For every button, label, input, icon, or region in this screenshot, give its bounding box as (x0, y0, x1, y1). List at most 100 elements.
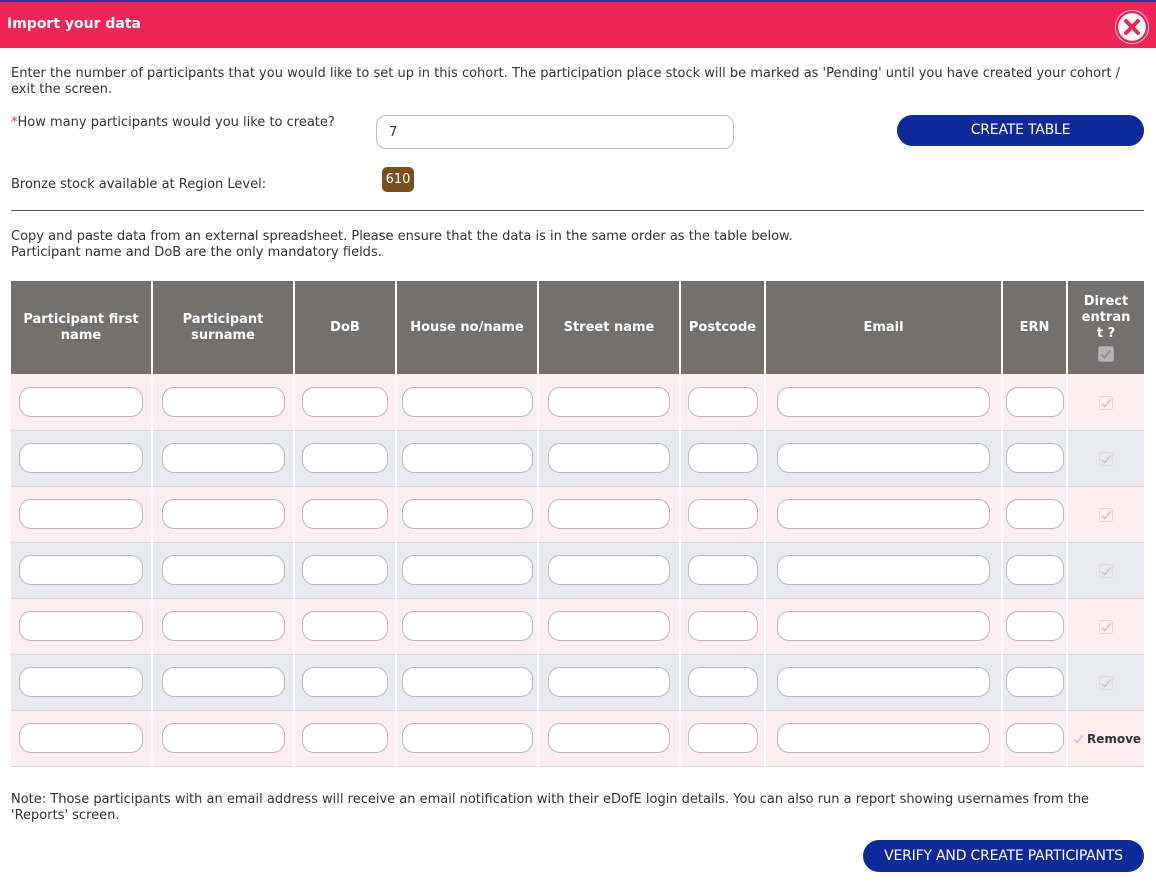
first-name-input[interactable] (19, 499, 143, 529)
ern-input[interactable] (1005, 555, 1064, 585)
table-row (11, 654, 1144, 711)
dob-input[interactable] (302, 723, 388, 753)
postcode-input[interactable] (687, 443, 758, 473)
table-cell (294, 486, 397, 543)
street-input[interactable] (548, 443, 670, 473)
email-input[interactable] (777, 555, 990, 585)
house-input[interactable] (401, 611, 533, 641)
house-input[interactable] (401, 667, 533, 697)
direct-entrant-checkbox[interactable] (1099, 620, 1113, 634)
participant-count-input[interactable] (376, 115, 734, 149)
ern-input[interactable] (1005, 499, 1064, 529)
note-line2: 'Reports' screen. (11, 808, 120, 823)
dob-input[interactable] (302, 499, 388, 529)
street-input[interactable] (548, 499, 670, 529)
postcode-input[interactable] (687, 611, 758, 641)
street-input[interactable] (548, 386, 670, 417)
dob-input[interactable] (302, 386, 388, 417)
postcode-input[interactable] (687, 499, 758, 529)
postcode-input[interactable] (687, 386, 758, 417)
ern-input[interactable] (1005, 443, 1064, 473)
street-input[interactable] (548, 723, 670, 753)
table-cell (396, 710, 539, 767)
surname-input[interactable] (161, 443, 285, 473)
table-row (11, 486, 1144, 543)
surname-input[interactable] (161, 555, 285, 585)
street-input[interactable] (548, 555, 670, 585)
table-cell (396, 542, 539, 599)
table-cell (396, 374, 539, 431)
house-input[interactable] (401, 499, 533, 529)
table-cell (680, 542, 766, 599)
email-input[interactable] (777, 723, 990, 753)
surname-input[interactable] (161, 667, 285, 697)
direct-entrant-checkbox[interactable] (1071, 732, 1085, 746)
table-cell (11, 710, 153, 767)
postcode-input[interactable] (687, 555, 758, 585)
table-cell (152, 486, 295, 543)
house-input[interactable] (401, 723, 533, 753)
ern-input[interactable] (1005, 667, 1064, 697)
table-cell (680, 654, 766, 711)
ern-input[interactable] (1005, 386, 1064, 417)
create-table-button[interactable]: CREATE TABLE (897, 115, 1144, 146)
direct-entrant-checkbox[interactable] (1099, 508, 1113, 522)
direct-entrant-checkbox[interactable] (1099, 452, 1113, 466)
email-input[interactable] (777, 611, 990, 641)
table-cell (765, 654, 1003, 711)
table-cell (538, 374, 681, 431)
close-button[interactable] (1115, 10, 1149, 44)
house-input[interactable] (401, 443, 533, 473)
surname-input[interactable] (161, 499, 285, 529)
first-name-input[interactable] (19, 555, 143, 585)
table-cell (1067, 430, 1144, 487)
direct-entrant-checkbox[interactable] (1099, 564, 1113, 578)
email-input[interactable] (777, 499, 990, 529)
ern-input[interactable] (1005, 723, 1064, 753)
street-input[interactable] (548, 667, 670, 697)
table-cell (11, 374, 153, 431)
first-name-input[interactable] (19, 386, 143, 417)
surname-input[interactable] (161, 611, 285, 641)
street-input[interactable] (548, 611, 670, 641)
first-name-input[interactable] (19, 667, 143, 697)
dob-input[interactable] (302, 611, 388, 641)
table-cell (1002, 710, 1068, 767)
table-cell (152, 598, 295, 655)
dob-input[interactable] (302, 443, 388, 473)
intro-text: Enter the number of participants that yo… (11, 66, 1121, 97)
email-input[interactable] (777, 443, 990, 473)
house-input[interactable] (401, 386, 533, 417)
dob-input[interactable] (302, 667, 388, 697)
paste-instructions-line2: Participant name and DoB are the only ma… (11, 245, 382, 260)
table-cell (765, 374, 1003, 431)
remove-row-link[interactable]: Remove (1087, 732, 1141, 746)
email-input[interactable] (777, 386, 990, 417)
table-cell (294, 598, 397, 655)
table-cell (152, 710, 295, 767)
verify-create-participants-button[interactable]: VERIFY AND CREATE PARTICIPANTS (863, 840, 1144, 872)
first-name-input[interactable] (19, 443, 143, 473)
table-cell (680, 598, 766, 655)
postcode-input[interactable] (687, 723, 758, 753)
dob-input[interactable] (302, 555, 388, 585)
first-name-input[interactable] (19, 611, 143, 641)
direct-entrant-checkbox[interactable] (1099, 395, 1113, 410)
surname-input[interactable] (161, 386, 285, 417)
note-line1: Note: Those participants with an email a… (11, 792, 1090, 807)
table-cell (680, 710, 766, 767)
table-row (11, 598, 1144, 655)
table-cell (11, 486, 153, 543)
first-name-input[interactable] (19, 723, 143, 753)
dialog-title: Import your data (7, 16, 142, 32)
house-input[interactable] (401, 555, 533, 585)
direct-entrant-checkbox[interactable] (1099, 676, 1113, 690)
table-cell (294, 654, 397, 711)
table-cell (1067, 374, 1144, 431)
postcode-input[interactable] (687, 667, 758, 697)
surname-input[interactable] (161, 723, 285, 753)
email-input[interactable] (777, 667, 990, 697)
close-circle-icon (1115, 10, 1149, 44)
select-all-direct-entrant-checkbox[interactable] (1098, 345, 1114, 362)
ern-input[interactable] (1005, 611, 1064, 641)
